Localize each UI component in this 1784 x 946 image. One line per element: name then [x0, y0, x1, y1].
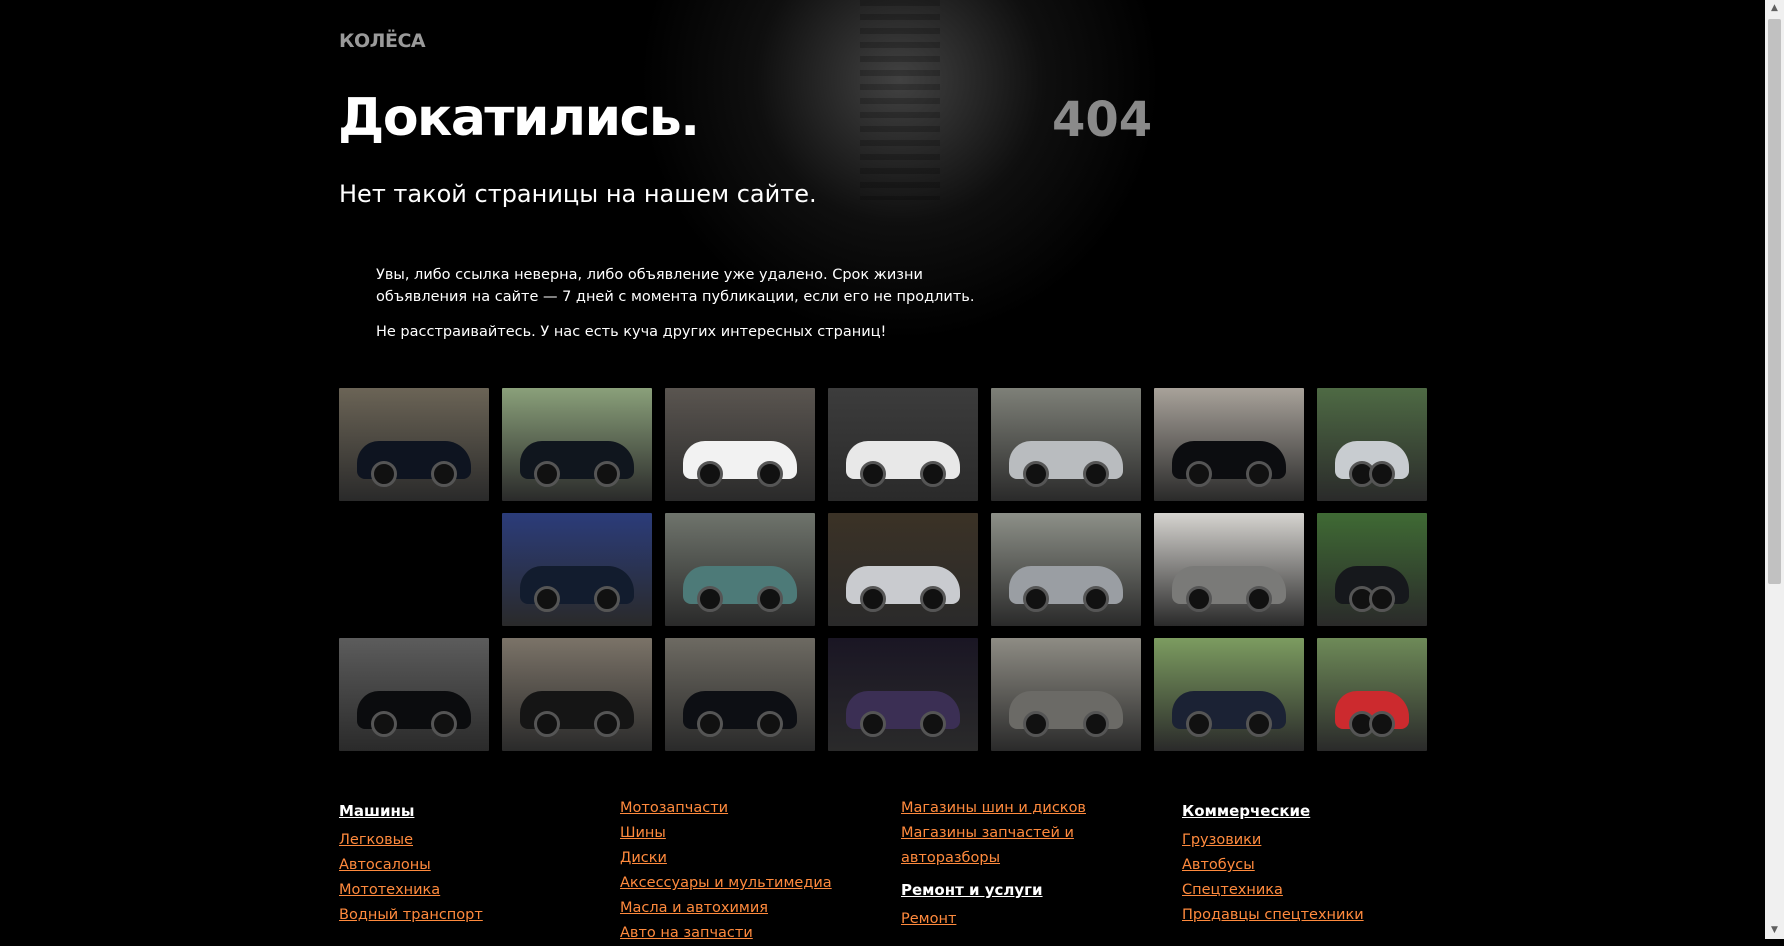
wheel-shape: [1246, 461, 1272, 487]
footer-link[interactable]: Аксессуары и мультимедиа: [620, 871, 880, 896]
wheel-shape: [860, 586, 886, 612]
explanation-block: Увы, либо ссылка неверна, либо объявлени…: [376, 264, 976, 356]
site-logo[interactable]: КОЛЁСА: [339, 30, 426, 52]
wheel-shape: [371, 461, 397, 487]
wheel-shape: [1369, 461, 1395, 487]
wheel-shape: [1023, 711, 1049, 737]
wheel-shape: [697, 586, 723, 612]
car-listing-thumbnail[interactable]: [1154, 638, 1304, 751]
footer-link[interactable]: Автобусы: [1182, 853, 1442, 878]
wheel-shape: [757, 586, 783, 612]
car-listing-thumbnail[interactable]: [339, 388, 489, 501]
footer-column-cars: Машины Легковые Автосалоны Мототехника В…: [339, 802, 599, 928]
wheel-shape: [594, 711, 620, 737]
vertical-scrollbar[interactable]: ▲ ▼: [1765, 0, 1784, 939]
car-listing-thumbnail[interactable]: [991, 638, 1141, 751]
footer-link[interactable]: Грузовики: [1182, 828, 1442, 853]
wheel-shape: [920, 711, 946, 737]
wheel-shape: [1186, 461, 1212, 487]
wheel-shape: [1023, 461, 1049, 487]
car-listing-thumbnail[interactable]: [1317, 513, 1427, 626]
car-listing-thumbnail[interactable]: [502, 388, 652, 501]
wheel-shape: [1083, 711, 1109, 737]
wheel-shape: [534, 586, 560, 612]
wheel-shape: [860, 711, 886, 737]
car-listing-thumbnail[interactable]: [502, 513, 652, 626]
car-listing-thumbnail[interactable]: [665, 638, 815, 751]
error-code: 404: [1052, 92, 1153, 148]
wheel-shape: [1246, 711, 1272, 737]
wheel-shape: [594, 586, 620, 612]
car-listing-thumbnail[interactable]: [991, 513, 1141, 626]
scroll-thumb[interactable]: [1768, 19, 1781, 584]
wheel-shape: [697, 461, 723, 487]
footer-link[interactable]: Масла и автохимия: [620, 896, 880, 921]
wheel-shape: [534, 461, 560, 487]
wheel-shape: [534, 711, 560, 737]
footer-link[interactable]: Диски: [620, 846, 880, 871]
footer-link[interactable]: Продавцы спецтехники: [1182, 903, 1442, 928]
wheel-shape: [757, 461, 783, 487]
footer-link[interactable]: Шины: [620, 821, 880, 846]
wheel-shape: [431, 711, 457, 737]
footer-link[interactable]: Водный транспорт: [339, 903, 599, 928]
footer-heading-cars[interactable]: Машины: [339, 802, 599, 820]
wheel-shape: [860, 461, 886, 487]
wheel-shape: [431, 461, 457, 487]
car-listing-thumbnail[interactable]: [502, 638, 652, 751]
footer-link[interactable]: Мотозапчасти: [620, 796, 880, 821]
footer-link[interactable]: Магазины шин и дисков: [901, 796, 1091, 821]
footer-heading-commercial[interactable]: Коммерческие: [1182, 802, 1442, 820]
footer-column-parts: Мотозапчасти Шины Диски Аксессуары и мул…: [620, 796, 880, 946]
explanation-text: Увы, либо ссылка неверна, либо объявлени…: [376, 267, 975, 305]
wheel-shape: [1023, 586, 1049, 612]
car-listing-thumbnail[interactable]: [1317, 388, 1427, 501]
wheel-shape: [1186, 711, 1212, 737]
wheel-shape: [594, 461, 620, 487]
car-listing-thumbnail[interactable]: [828, 388, 978, 501]
wheel-shape: [1369, 711, 1395, 737]
wheel-shape: [1083, 586, 1109, 612]
footer-link[interactable]: Легковые: [339, 828, 599, 853]
wheel-shape: [1369, 586, 1395, 612]
car-listing-thumbnail[interactable]: [828, 513, 978, 626]
footer-heading-repair[interactable]: Ремонт и услуги: [901, 881, 1091, 899]
wheel-shape: [920, 586, 946, 612]
encouragement-text: Не расстраивайтесь. У нас есть куча друг…: [376, 324, 887, 340]
car-listing-thumbnail[interactable]: [1317, 638, 1427, 751]
wheel-shape: [1083, 461, 1109, 487]
footer-link[interactable]: Спецтехника: [1182, 878, 1442, 903]
car-listing-thumbnail[interactable]: [1154, 513, 1304, 626]
wheel-shape: [1186, 586, 1212, 612]
wheel-shape: [697, 711, 723, 737]
scroll-down-icon[interactable]: ▼: [1765, 922, 1784, 939]
page-title: Докатились.: [338, 88, 700, 148]
car-listing-thumbnail[interactable]: [991, 388, 1141, 501]
footer-link[interactable]: Авто на запчасти: [620, 921, 880, 946]
page-subtitle: Нет такой страницы на нашем сайте.: [339, 180, 817, 208]
footer-link[interactable]: Мототехника: [339, 878, 599, 903]
footer-column-commercial: Коммерческие Грузовики Автобусы Спецтехн…: [1182, 802, 1442, 928]
car-listing-thumbnail[interactable]: [828, 638, 978, 751]
car-listing-thumbnail[interactable]: [665, 513, 815, 626]
car-listing-thumbnail[interactable]: [665, 388, 815, 501]
footer-link[interactable]: Магазины запчастей и авторазборы: [901, 821, 1091, 871]
footer-column-shops: Магазины шин и дисков Магазины запчастей…: [901, 796, 1091, 932]
scroll-up-icon[interactable]: ▲: [1765, 0, 1784, 17]
wheel-shape: [1246, 586, 1272, 612]
error-page: КОЛЁСА Докатились. 404 Нет такой страниц…: [0, 0, 1765, 941]
footer-link[interactable]: Автосалоны: [339, 853, 599, 878]
wheel-shape: [920, 461, 946, 487]
car-listing-thumbnail[interactable]: [1154, 388, 1304, 501]
car-listing-thumbnail[interactable]: [339, 638, 489, 751]
wheel-shape: [757, 711, 783, 737]
footer-link[interactable]: Ремонт: [901, 907, 1091, 932]
wheel-shape: [371, 711, 397, 737]
